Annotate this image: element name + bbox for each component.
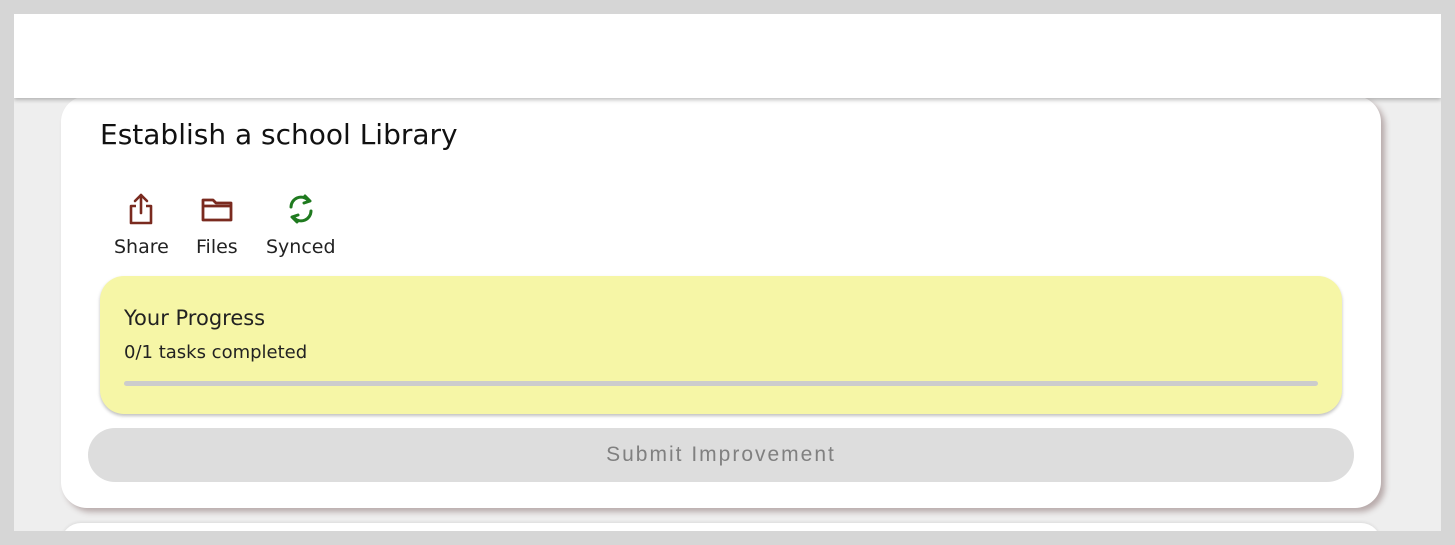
synced-button[interactable]: Synced xyxy=(266,192,336,258)
improvement-card: Establish a school Library Share Files S… xyxy=(61,96,1381,508)
share-icon xyxy=(125,192,157,226)
card-title: Establish a school Library xyxy=(100,118,458,151)
share-label: Share xyxy=(114,236,169,258)
files-label: Files xyxy=(196,236,238,258)
app-frame: Establish a school Library Share Files S… xyxy=(14,14,1441,531)
top-app-bar xyxy=(14,14,1441,98)
share-button[interactable]: Share xyxy=(114,192,169,258)
submit-improvement-button[interactable]: Submit Improvement xyxy=(88,428,1354,482)
progress-panel: Your Progress 0/1 tasks completed xyxy=(100,276,1342,414)
files-button[interactable]: Files xyxy=(196,192,238,258)
progress-bar xyxy=(124,381,1318,386)
folder-icon xyxy=(201,192,233,226)
sync-icon xyxy=(285,192,317,226)
next-card-peek xyxy=(61,523,1381,531)
progress-status: 0/1 tasks completed xyxy=(124,342,308,363)
progress-title: Your Progress xyxy=(124,306,266,330)
synced-label: Synced xyxy=(266,236,336,258)
